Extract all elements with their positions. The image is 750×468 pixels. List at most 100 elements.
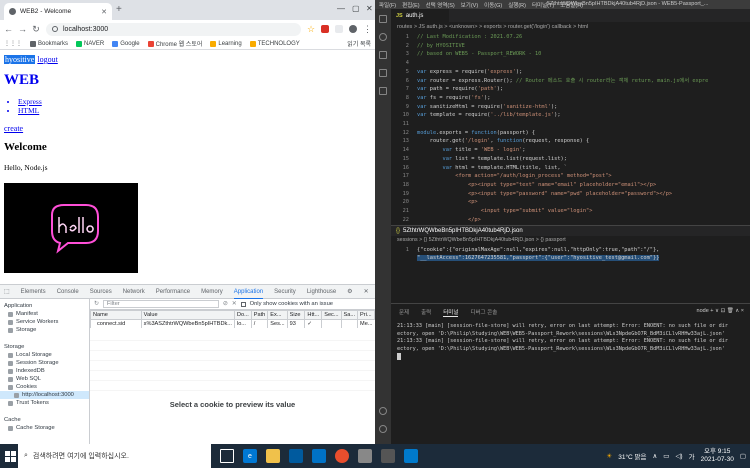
inspect-icon[interactable]: ⬚ [4, 288, 10, 295]
column-header[interactable]: Name [90, 310, 142, 320]
extension-icon[interactable] [321, 25, 329, 33]
refresh-icon[interactable]: ↻ [94, 301, 99, 307]
clear-icon[interactable]: ⊘ [223, 301, 228, 307]
reading-list[interactable]: 읽기 목록 [347, 39, 371, 48]
weather-text[interactable]: 31°C 맑음 [618, 451, 646, 461]
address-bar[interactable]: localhost:3000 [46, 22, 301, 36]
info-icon[interactable] [52, 26, 58, 32]
column-header[interactable]: Ex... [267, 310, 288, 320]
bookmark-item[interactable]: TECHNOLOGY [249, 40, 300, 47]
tray-arrow-icon[interactable]: ∧ [653, 452, 658, 460]
column-header[interactable]: Htt... [304, 310, 323, 320]
avatar[interactable] [349, 25, 357, 33]
tab-network[interactable]: Network [123, 289, 145, 295]
tab-performance[interactable]: Performance [156, 289, 190, 295]
column-header[interactable]: Sa... [340, 310, 359, 320]
tab-output[interactable]: 출력 [421, 308, 431, 317]
menu-item[interactable]: 보기(V) [461, 1, 478, 9]
clock[interactable]: 오후 9:15 2021-07-30 [701, 448, 734, 464]
tab-console[interactable]: Console [57, 289, 79, 295]
bookmark-item[interactable]: Learning [210, 40, 242, 47]
extensions-icon[interactable] [379, 87, 387, 95]
sidebar-item-cache-storage[interactable]: Cache Storage [0, 424, 89, 432]
network-icon[interactable]: ▭ [663, 452, 669, 460]
column-header[interactable]: Sec... [321, 310, 342, 320]
taskbar-search[interactable]: ⌕ 검색하려면 여기에 입력하십시오. [18, 444, 211, 468]
extension-icon[interactable] [335, 25, 343, 33]
menu-item[interactable]: 선택 영역(S) [426, 1, 455, 9]
run-debug-icon[interactable] [379, 69, 387, 77]
topic-link[interactable]: Express [18, 97, 371, 106]
new-tab-button[interactable]: + [116, 5, 122, 15]
bookmark-item[interactable]: Bookmarks [30, 40, 68, 47]
column-header[interactable]: Pri... [357, 310, 375, 320]
terminal-output[interactable]: 21:13:33 [main] [session-file-store] wil… [397, 323, 747, 362]
sidebar-item-indexeddb[interactable]: IndexedDB [0, 367, 89, 375]
sidebar-item-cookies[interactable]: Cookies [0, 383, 89, 391]
editor-tab-auth[interactable]: JS auth.js [391, 9, 449, 22]
tab-debug-console[interactable]: 디버그 콘솔 [470, 308, 497, 317]
sidebar-item-local-storage[interactable]: Local Storage [0, 351, 89, 359]
bookmark-item[interactable]: NAVER [76, 40, 104, 47]
sidebar-item-websql[interactable]: Web SQL [0, 375, 89, 383]
menu-item[interactable]: 실행(R) [508, 1, 526, 9]
tab-elements[interactable]: Elements [21, 289, 46, 295]
back-icon[interactable]: ← [4, 24, 13, 34]
notification-icon[interactable]: ▢ [740, 452, 746, 460]
folder-icon[interactable] [266, 449, 280, 463]
delete-icon[interactable]: ✕ [232, 301, 237, 307]
reload-icon[interactable]: ↻ [32, 24, 40, 35]
close-window-icon[interactable]: ✕ [366, 4, 373, 13]
store-icon[interactable] [289, 449, 303, 463]
task-view-icon[interactable] [220, 449, 234, 463]
json-editor[interactable]: 1 {"cookie":{"originalMaxAge":null,"expir… [391, 246, 750, 262]
explorer-icon[interactable] [379, 15, 387, 23]
menu-item[interactable]: 이동(G) [484, 1, 502, 9]
maximize-icon[interactable]: ▢ [352, 4, 360, 13]
filter-input[interactable]: Filter [102, 300, 219, 308]
browser-tab[interactable]: WEB2 - Welcome ✕ [4, 3, 112, 20]
column-header[interactable]: Do... [233, 310, 252, 320]
volume-icon[interactable]: ◁) [675, 452, 682, 460]
sidebar-item-storage[interactable]: Storage [0, 326, 89, 334]
table-row[interactable]: connect.sid s%3ASZthtrWQWbeBn5pIHTBDk...… [90, 319, 375, 328]
ime-icon[interactable]: 가 [689, 451, 695, 461]
account-icon[interactable] [379, 407, 387, 415]
breadcrumb[interactable]: routes > JS auth.js > <unknown> > export… [391, 22, 750, 32]
source-control-icon[interactable] [379, 51, 387, 59]
minimize-icon[interactable]: — [337, 4, 345, 13]
sidebar-item-session-storage[interactable]: Session Storage [0, 359, 89, 367]
column-header[interactable]: Path [250, 310, 269, 320]
terminal-controls[interactable]: node + ∨ ⊡ 🗑 ∧ × [697, 308, 744, 314]
forward-icon[interactable]: → [18, 24, 27, 34]
sidebar-item-service-workers[interactable]: Service Workers [0, 318, 89, 326]
tab-security[interactable]: Security [274, 289, 296, 295]
edge-icon[interactable]: e [243, 449, 257, 463]
app-icon[interactable] [358, 449, 372, 463]
home-link[interactable]: WEB [4, 72, 39, 88]
issue-checkbox[interactable] [240, 301, 246, 307]
topic-link[interactable]: HTML [18, 106, 371, 115]
column-header[interactable]: Value [140, 310, 235, 320]
mail-icon[interactable] [312, 449, 326, 463]
app-icon[interactable] [381, 449, 395, 463]
close-icon[interactable]: ✕ [364, 288, 369, 295]
chrome-icon[interactable] [335, 449, 349, 463]
logout-link[interactable]: logout [37, 55, 57, 64]
tab-application[interactable]: Application [233, 285, 264, 299]
sidebar-item-trust-tokens[interactable]: Trust Tokens [0, 399, 89, 407]
create-link[interactable]: create [4, 124, 371, 133]
menu-icon[interactable]: ⋮ [363, 24, 372, 35]
gear-icon[interactable] [379, 425, 387, 433]
tab-problems[interactable]: 문제 [399, 308, 409, 317]
bookmark-item[interactable]: Google [112, 40, 140, 47]
gear-icon[interactable]: ⚙ [347, 288, 352, 295]
apps-icon[interactable]: ⋮⋮⋮ [4, 40, 22, 47]
star-icon[interactable]: ☆ [307, 24, 315, 35]
close-tab-icon[interactable]: ✕ [101, 8, 107, 16]
tab-sources[interactable]: Sources [90, 289, 112, 295]
code-editor[interactable]: 1// Last Modification : 2021.07.26 2// by… [391, 33, 750, 223]
tab-memory[interactable]: Memory [201, 289, 223, 295]
sidebar-item-manifest[interactable]: Manifest [0, 310, 89, 318]
windows-start-icon[interactable] [2, 444, 18, 468]
